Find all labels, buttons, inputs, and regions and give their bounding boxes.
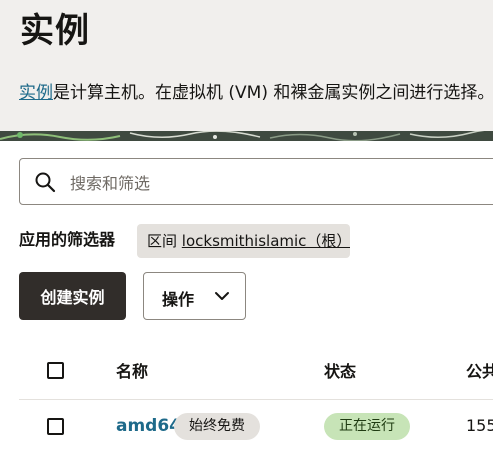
column-header-public-ip[interactable]: 公共 xyxy=(466,361,493,383)
applied-filters-label: 应用的筛选器 xyxy=(19,230,116,249)
decorative-banner xyxy=(0,131,493,141)
table-row-divider xyxy=(19,399,493,400)
column-header-name[interactable]: 名称 xyxy=(116,361,148,383)
filter-chip-compartment[interactable]: 区间 locksmithislamic（根） xyxy=(137,224,350,258)
create-instance-button[interactable]: 创建实例 xyxy=(19,272,126,320)
instances-doc-link[interactable]: 实例 xyxy=(19,83,53,103)
search-input[interactable] xyxy=(68,167,492,199)
public-ip-cell: 155 xyxy=(466,416,493,435)
search-icon xyxy=(35,172,56,193)
page-header: 实例 实例是计算主机。在虚拟机 (VM) 和裸金属实例之间进行选择。 xyxy=(0,0,493,131)
search-box[interactable] xyxy=(19,158,493,205)
select-all-checkbox[interactable] xyxy=(47,362,64,379)
page-description: 实例是计算主机。在虚拟机 (VM) 和裸金属实例之间进行选择。 xyxy=(19,81,493,105)
banner-pattern-icon xyxy=(0,131,493,141)
page-description-text: 是计算主机。在虚拟机 (VM) 和裸金属实例之间进行选择。 xyxy=(53,83,493,103)
always-free-badge: 始终免费 xyxy=(174,413,260,440)
actions-menu-button[interactable]: 操作 xyxy=(143,272,246,320)
column-header-status[interactable]: 状态 xyxy=(324,361,356,383)
page-title: 实例 xyxy=(20,11,90,51)
chevron-down-icon xyxy=(215,292,229,300)
instance-name-link[interactable]: amd64 xyxy=(116,414,181,438)
actions-menu-label: 操作 xyxy=(162,290,195,309)
row-checkbox[interactable] xyxy=(47,418,64,435)
filter-chip-prefix: 区间 xyxy=(147,232,178,250)
status-badge: 正在运行 xyxy=(324,413,410,440)
filter-chip-value[interactable]: locksmithislamic（根） xyxy=(182,232,350,250)
